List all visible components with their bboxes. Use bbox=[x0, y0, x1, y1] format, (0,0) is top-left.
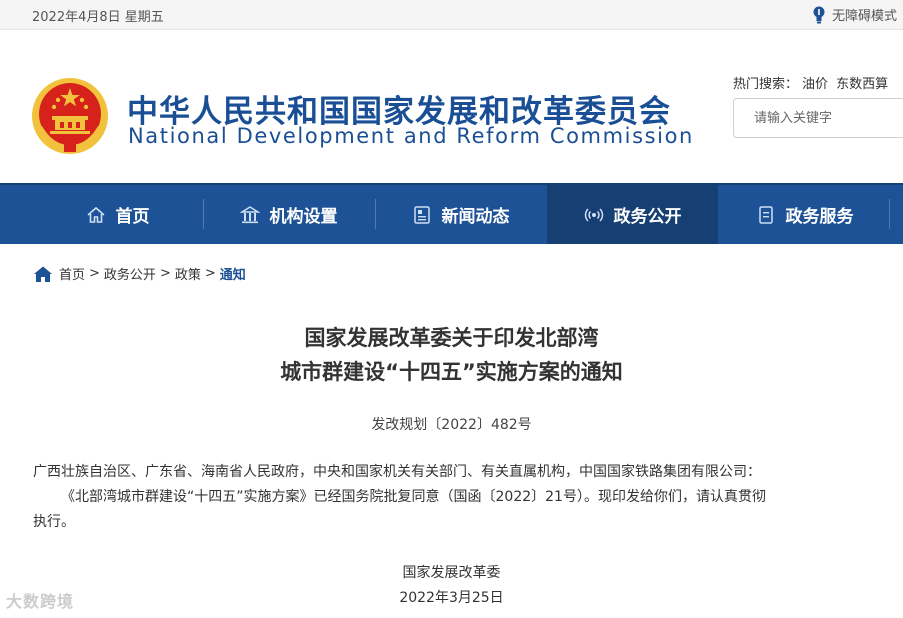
site-title-english: National Development and Reform Commissi… bbox=[128, 124, 694, 148]
hot-search-label: 热门搜索： bbox=[733, 77, 799, 92]
article-title-line-2: 城市群建设“十四五”实施方案的通知 bbox=[280, 360, 623, 384]
article-sign-date: 2022年3月25日 bbox=[399, 590, 504, 606]
current-date: 2022年4月8日 星期五 bbox=[32, 10, 164, 25]
accessibility-mode-button[interactable]: 无障碍模式 bbox=[812, 5, 897, 24]
search-box bbox=[733, 98, 903, 138]
nav-divider bbox=[889, 199, 890, 229]
article-title-line-1: 国家发展改革委关于印发北部湾 bbox=[304, 326, 599, 350]
article-recipients: 广西壮族自治区、广东省、海南省人民政府，中央和国家机关有关部门、有关直属机构，中… bbox=[33, 464, 761, 480]
search-input[interactable] bbox=[734, 99, 903, 137]
broadcast-icon bbox=[584, 207, 603, 222]
lightbulb-icon bbox=[813, 6, 825, 23]
hot-search-item-oil-price[interactable]: 油价 bbox=[802, 77, 828, 92]
national-emblem-logo[interactable] bbox=[30, 76, 110, 156]
nav-item-organization[interactable]: 机构设置 bbox=[206, 185, 371, 244]
nav-item-news[interactable]: 新闻动态 bbox=[378, 185, 543, 244]
hot-search: 热门搜索： 油价 东数西算 bbox=[733, 73, 888, 92]
site-header: 中华人民共和国国家发展和改革委员会 National Development a… bbox=[0, 30, 903, 183]
nav-divider bbox=[203, 199, 204, 229]
nav-divider bbox=[375, 199, 376, 229]
breadcrumb-home[interactable]: 首页 bbox=[59, 264, 85, 283]
article-signer: 国家发展改革委 bbox=[402, 565, 501, 581]
nav-label-government-services: 政务服务 bbox=[785, 207, 854, 227]
article-body-line-1: 《北部湾城市群建设“十四五”实施方案》已经国务院批复同意（国函〔2022〕21号… bbox=[61, 489, 766, 505]
breadcrumb-separator: > bbox=[89, 266, 100, 281]
home-icon[interactable] bbox=[33, 265, 53, 283]
home-icon bbox=[86, 206, 105, 223]
breadcrumb-policy[interactable]: 政策 bbox=[175, 264, 201, 283]
breadcrumb-notice[interactable]: 通知 bbox=[220, 264, 246, 283]
nav-label-government-affairs: 政务公开 bbox=[613, 207, 682, 227]
nav-item-government-affairs[interactable]: 政务公开 bbox=[547, 185, 718, 244]
news-icon bbox=[413, 205, 430, 224]
hot-search-item-east-data-west-compute[interactable]: 东数西算 bbox=[836, 77, 888, 92]
nav-item-government-services[interactable]: 政务服务 bbox=[722, 185, 887, 244]
watermark: 大数跨境 bbox=[6, 592, 75, 611]
nav-label-organization: 机构设置 bbox=[269, 207, 338, 227]
breadcrumb-separator: > bbox=[204, 266, 216, 281]
building-icon bbox=[239, 205, 260, 223]
accessibility-label: 无障碍模式 bbox=[831, 9, 897, 24]
breadcrumb: 首页 > 政务公开 > 政策 > 通知 bbox=[33, 264, 246, 283]
nav-item-home[interactable]: 首页 bbox=[35, 185, 200, 244]
main-nav: 首页 机构设置 新闻动态 政务公开 政务服务 bbox=[0, 183, 903, 244]
document-number: 发改规划〔2022〕482号 bbox=[371, 417, 532, 433]
article-body-line-2: 执行。 bbox=[33, 514, 75, 530]
breadcrumb-separator: > bbox=[159, 266, 171, 281]
document-icon bbox=[758, 205, 773, 224]
nav-label-news: 新闻动态 bbox=[441, 207, 510, 227]
nav-label-home: 首页 bbox=[115, 207, 150, 227]
article-content: 首页 > 政务公开 > 政策 > 通知 国家发展改革委关于印发北部湾 城市群建设… bbox=[0, 244, 903, 618]
top-bar: 2022年4月8日 星期五 无障碍模式 bbox=[0, 0, 903, 30]
breadcrumb-government-affairs[interactable]: 政务公开 bbox=[104, 264, 156, 283]
